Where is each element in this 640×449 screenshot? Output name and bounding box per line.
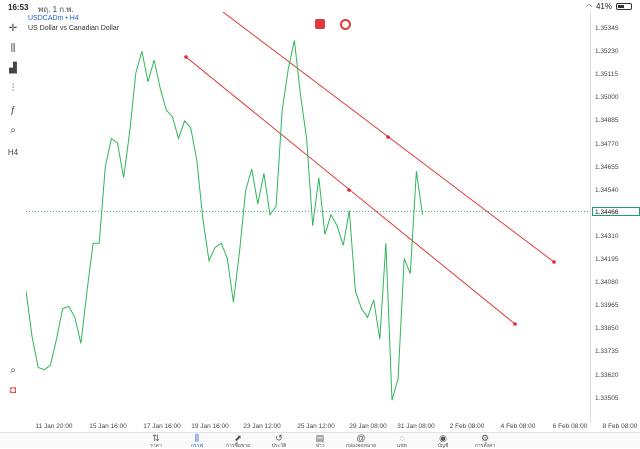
price-tick: 1.33620 — [595, 372, 619, 379]
candlestick-icon[interactable]: ⫼ — [6, 42, 20, 56]
time-tick: 23 Jan 12:00 — [243, 423, 281, 430]
price-tick: 1.33965 — [595, 302, 619, 309]
tab-label: การตั้งค่า — [465, 443, 505, 449]
trend-line-anchor — [347, 188, 351, 192]
trend-line-anchor — [552, 260, 556, 264]
mailbox-icon: @ — [341, 434, 381, 443]
crosshair-icon[interactable]: ✛ — [6, 22, 20, 36]
price-tick: 1.34195 — [595, 256, 619, 263]
status-time: 16:53 — [8, 3, 28, 12]
price-tick: 1.34770 — [595, 141, 619, 148]
time-tick: 2 Feb 08:00 — [450, 423, 485, 430]
quotes-icon: ⇅ — [136, 434, 176, 443]
news-icon: ▤ — [300, 434, 340, 443]
price-tick: 1.35230 — [595, 48, 619, 55]
battery-icon — [616, 3, 632, 10]
time-tick: 25 Jan 12:00 — [297, 423, 335, 430]
price-tick: 1.35345 — [595, 25, 619, 32]
time-tick: 6 Feb 08:00 — [553, 423, 588, 430]
price-tick: 1.34655 — [595, 164, 619, 171]
trend-line-anchor — [184, 55, 188, 59]
time-tick: 19 Jan 16:00 — [191, 423, 229, 430]
current-price-tag: 1.34466 — [592, 207, 640, 216]
tab-label: ประวัติ — [259, 443, 299, 449]
time-tick: 11 Jan 20:00 — [35, 423, 72, 430]
tab-label: ราคา — [136, 443, 176, 449]
bar-chart-icon[interactable]: ▟ — [6, 62, 20, 76]
chart-icon: ⫼ — [177, 434, 217, 443]
trend-line-anchor — [386, 135, 390, 139]
function-icon[interactable]: ƒ — [6, 104, 20, 118]
price-axis: 1.35345 1.35230 1.35115 1.35000 1.34885 1.347… — [590, 12, 640, 422]
tab-label: การซื้อขาย — [218, 443, 258, 449]
timeframe-icon[interactable]: H4 — [6, 146, 20, 160]
trade-icon: ⬈ — [218, 434, 258, 443]
price-tick: 1.34540 — [595, 187, 619, 194]
price-chart[interactable] — [26, 12, 590, 422]
price-line — [26, 40, 423, 400]
trend-line-anchor — [513, 322, 517, 326]
price-tick: 1.35115 — [595, 71, 618, 78]
time-tick: 15 Jan 16:00 — [89, 423, 127, 430]
indicators-icon[interactable]: ⫶ — [6, 82, 20, 96]
wifi-icon: ◠ — [586, 3, 592, 11]
price-tick: 1.34310 — [595, 233, 619, 240]
tab-label: บัญชี — [423, 443, 463, 449]
battery-percent: 41% — [596, 2, 612, 11]
price-tick: 1.35000 — [595, 94, 619, 101]
bottom-tab-bar: ⇅ราคา⫼กราฟ⬈การซื้อขาย↺ประวัติ▤ข่าว@กล่อง… — [0, 432, 640, 448]
tab-label: ข่าว — [300, 443, 340, 449]
time-tick: 31 Jan 08:00 — [397, 423, 435, 430]
price-tick: 1.34080 — [595, 279, 619, 286]
tab-label: กราฟ — [177, 443, 217, 449]
settings-icon: ⚙ — [465, 434, 505, 443]
tab-label: กล่องจดหมาย — [341, 443, 381, 449]
price-tick: 1.33735 — [595, 348, 619, 355]
time-axis: 11 Jan 20:00 15 Jan 16:00 17 Jan 16:00 19 J… — [0, 422, 640, 432]
search-chart-icon[interactable]: ⌕ — [6, 364, 20, 378]
time-tick: 29 Jan 08:00 — [349, 423, 387, 430]
tab-label: แชท — [382, 443, 422, 449]
broker-logo-icon: ◘ — [6, 384, 20, 398]
time-tick: 4 Feb 08:00 — [501, 423, 536, 430]
price-tick: 1.33850 — [595, 325, 619, 332]
time-tick: 17 Jan 16:00 — [143, 423, 181, 430]
price-tick: 1.34885 — [595, 117, 619, 124]
history-icon: ↺ — [259, 434, 299, 443]
time-tick: 8 Feb 08:00 — [603, 423, 638, 430]
objects-icon[interactable]: ⌕ — [6, 124, 20, 138]
account-icon: ◉ — [423, 434, 463, 443]
price-tick: 1.33505 — [595, 395, 619, 402]
chat-icon: ◌ — [382, 434, 422, 443]
